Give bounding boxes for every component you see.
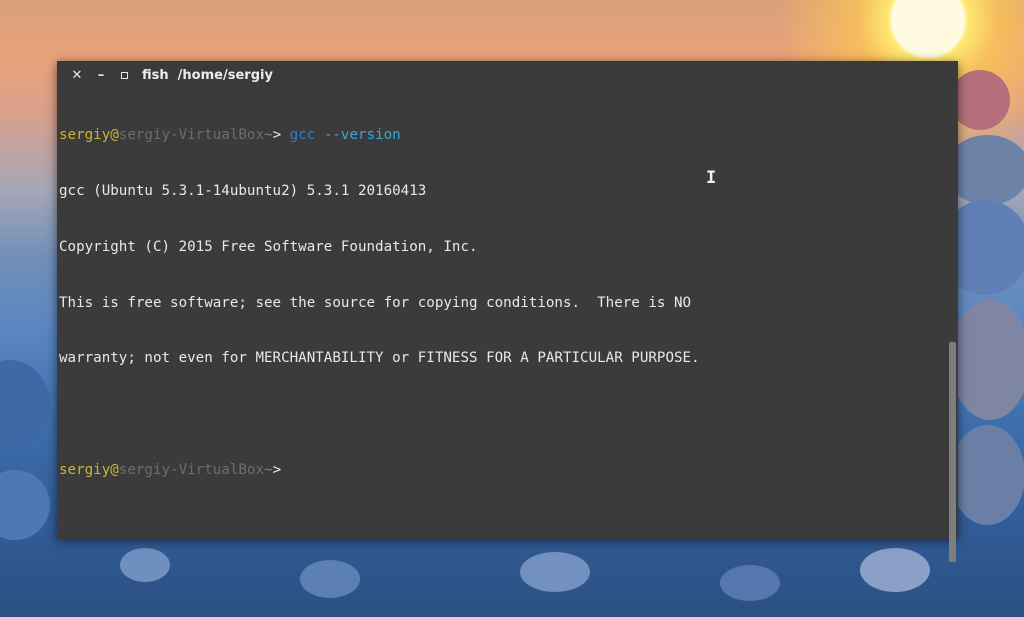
terminal-output[interactable]: sergiy@sergiy-VirtualBox~> gcc --version… bbox=[59, 89, 946, 539]
prompt-at: @ bbox=[110, 127, 119, 144]
window-title: fish /home/sergiy bbox=[142, 67, 273, 83]
prompt-arrow: > bbox=[272, 461, 282, 478]
prompt-at: @ bbox=[110, 461, 119, 478]
scrollbar-thumb[interactable] bbox=[949, 342, 956, 562]
scrollbar[interactable] bbox=[948, 89, 956, 562]
output-line: warranty; not even for MERCHANTABILITY o… bbox=[59, 350, 700, 367]
text-cursor-icon: I bbox=[706, 168, 717, 188]
pebble bbox=[950, 425, 1024, 525]
pebble bbox=[300, 560, 360, 598]
pebble bbox=[520, 552, 590, 592]
output-line: This is free software; see the source fo… bbox=[59, 294, 692, 311]
prompt-cwd: ~ bbox=[264, 127, 273, 144]
prompt-arrow: > bbox=[272, 127, 282, 144]
title-bar[interactable]: ✕ – fish /home/sergiy bbox=[57, 61, 958, 89]
maximize-icon[interactable] bbox=[114, 65, 134, 85]
output-line: gcc (Ubuntu 5.3.1-14ubuntu2) 5.3.1 20160… bbox=[59, 182, 427, 199]
pebble bbox=[720, 565, 780, 601]
pebble bbox=[860, 548, 930, 592]
prompt-line: sergiy@sergiy-VirtualBox~> gcc --version bbox=[59, 126, 946, 145]
prompt-host: sergiy-VirtualBox bbox=[118, 127, 265, 144]
minimize-icon[interactable]: – bbox=[91, 65, 111, 85]
prompt-line[interactable]: sergiy@sergiy-VirtualBox~> bbox=[59, 461, 946, 480]
prompt-cwd: ~ bbox=[264, 461, 273, 478]
prompt-host: sergiy-VirtualBox bbox=[118, 461, 265, 478]
pebble bbox=[0, 360, 50, 450]
pebble bbox=[950, 70, 1010, 130]
terminal-window[interactable]: ✕ – fish /home/sergiy sergiy@sergiy-Virt… bbox=[57, 61, 958, 562]
output-line: Copyright (C) 2015 Free Software Foundat… bbox=[59, 238, 478, 255]
prompt-user: sergiy bbox=[59, 127, 111, 144]
pebble bbox=[950, 300, 1024, 420]
pebble bbox=[120, 548, 170, 582]
command-args: --version bbox=[323, 127, 401, 144]
command-name: gcc bbox=[289, 127, 316, 144]
close-icon[interactable]: ✕ bbox=[67, 65, 87, 85]
prompt-user: sergiy bbox=[59, 461, 111, 478]
pebble bbox=[0, 470, 50, 540]
